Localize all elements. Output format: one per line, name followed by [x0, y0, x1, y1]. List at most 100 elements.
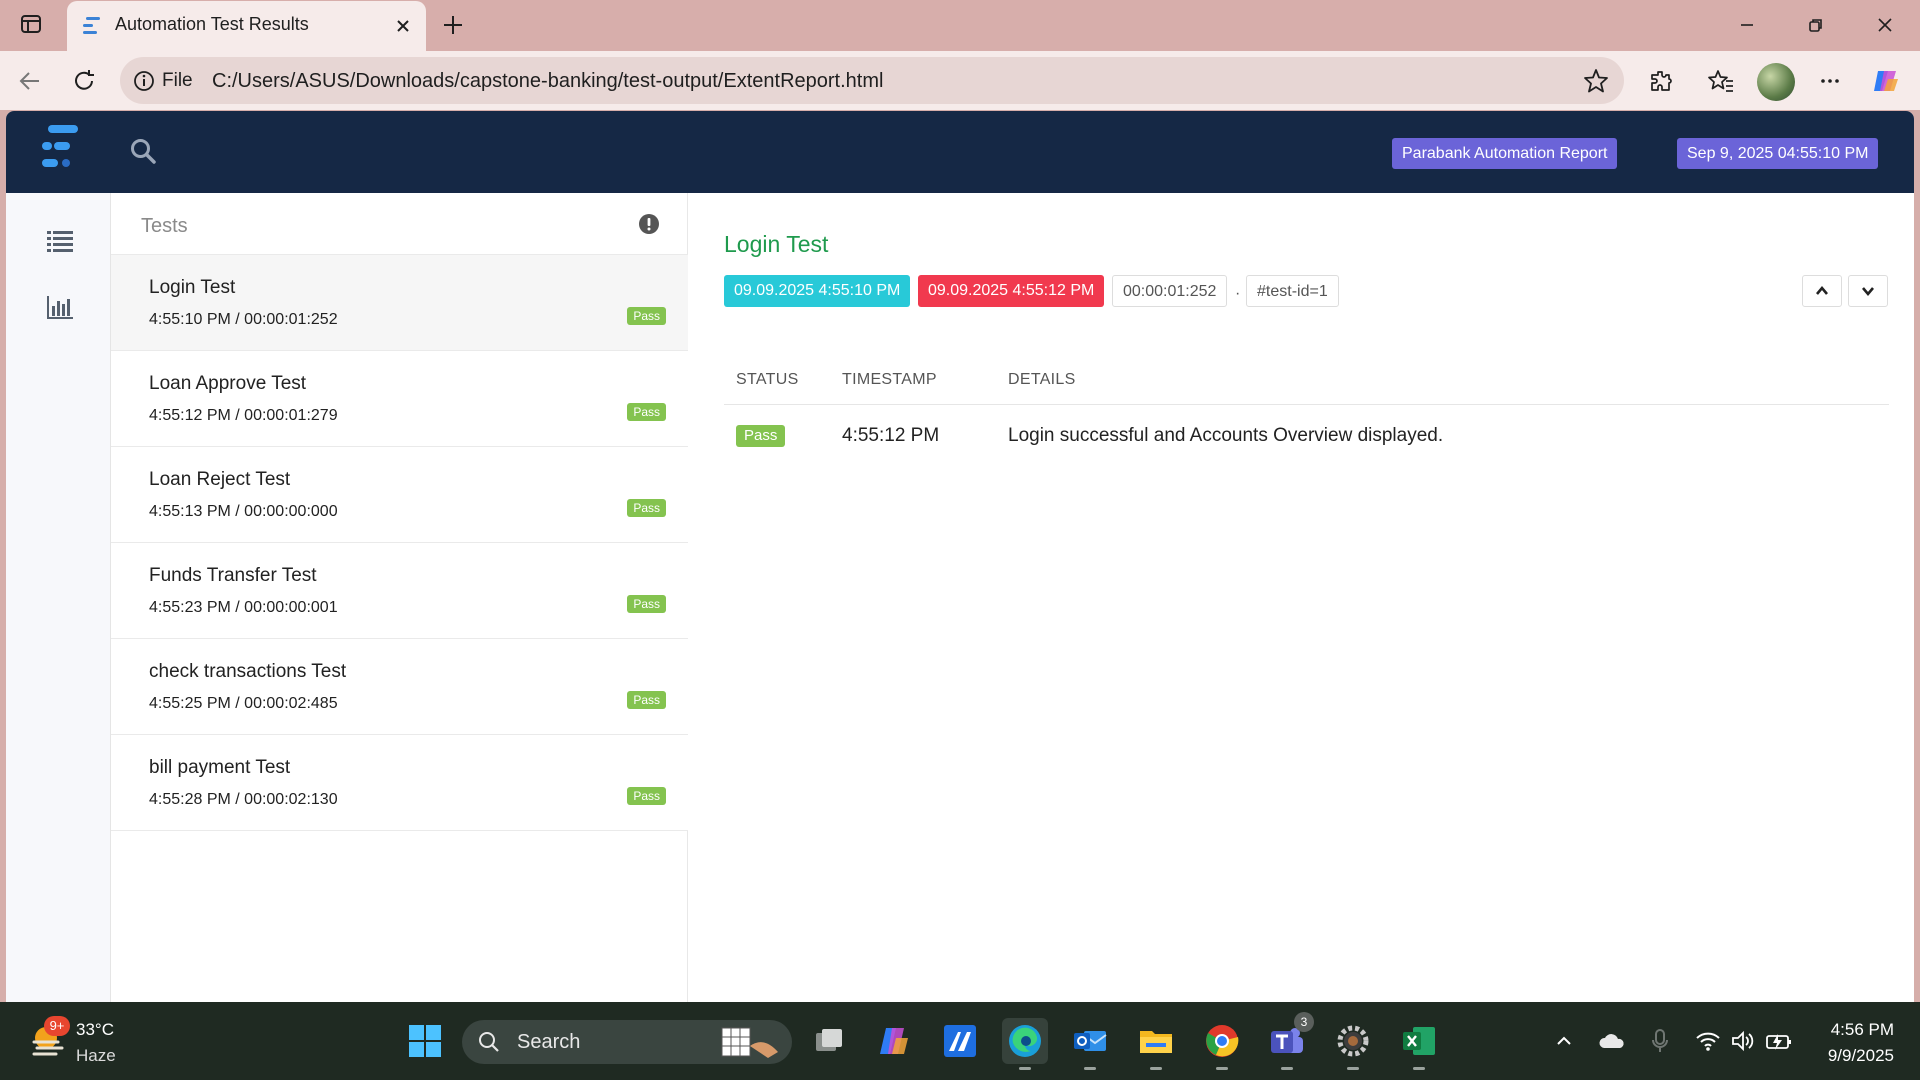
separator-dot: ·	[1235, 285, 1241, 302]
test-list-item[interactable]: Funds Transfer Test 4:55:23 PM / 00:00:0…	[111, 543, 688, 639]
browser-toolbar: File C:/Users/ASUS/Downloads/capstone-ba…	[0, 51, 1920, 110]
volume-icon[interactable]	[1728, 1026, 1758, 1056]
report-top-nav: Parabank Automation Report Sep 9, 2025 0…	[6, 111, 1914, 193]
outlook-icon[interactable]	[1067, 1018, 1113, 1070]
taskbar: 9+ 33°C Haze Search 3 4:56 PM 9/9/2025	[0, 1002, 1920, 1080]
test-name: Login Test	[149, 277, 236, 298]
editor-app-icon[interactable]	[937, 1018, 983, 1064]
address-scheme-label: File	[162, 70, 193, 91]
test-time: 4:55:13 PM / 00:00:00:000	[149, 503, 338, 520]
back-icon[interactable]	[12, 63, 48, 99]
extent-logo-icon	[40, 123, 84, 179]
test-name: Loan Reject Test	[149, 469, 291, 490]
end-time-badge: 09.09.2025 4:55:12 PM	[918, 275, 1105, 307]
profile-avatar[interactable]	[1757, 63, 1795, 101]
excel-icon[interactable]	[1396, 1018, 1442, 1070]
teams-icon[interactable]: 3	[1264, 1012, 1314, 1070]
chevron-down-icon[interactable]	[1848, 275, 1888, 307]
taskbar-search-icon	[479, 1032, 499, 1052]
chevron-up-icon[interactable]	[1802, 275, 1842, 307]
close-window-icon[interactable]	[1862, 8, 1908, 42]
tab-actions-icon[interactable]	[18, 11, 44, 37]
test-detail-pane: Login Test 09.09.2025 4:55:10 PM 09.09.2…	[688, 193, 1914, 1002]
minimize-icon[interactable]	[1724, 8, 1770, 42]
test-time: 4:55:12 PM / 00:00:01:279	[149, 407, 338, 424]
detail-title: Login Test	[724, 231, 829, 257]
browser-tab[interactable]: Automation Test Results	[67, 1, 426, 51]
windows-start-icon[interactable]	[402, 1018, 448, 1064]
taskbar-search-box[interactable]: Search	[462, 1020, 792, 1064]
weather-condition: Haze	[76, 1046, 116, 1065]
test-id-badge: #test-id=1	[1246, 275, 1339, 307]
app-running-indicator	[1281, 1067, 1293, 1070]
wifi-icon[interactable]	[1693, 1026, 1723, 1056]
test-time: 4:55:10 PM / 00:00:01:252	[149, 311, 338, 328]
info-icon[interactable]	[132, 69, 156, 93]
tests-heading: Tests	[141, 215, 188, 237]
taskbar-search-label: Search	[517, 1031, 581, 1053]
app-running-indicator	[1413, 1067, 1425, 1070]
microphone-icon[interactable]	[1645, 1026, 1675, 1056]
copilot-icon[interactable]	[1868, 63, 1904, 99]
test-name: bill payment Test	[149, 757, 291, 778]
pass-badge: Pass	[627, 403, 666, 421]
app-running-indicator	[1084, 1067, 1096, 1070]
address-url[interactable]: C:/Users/ASUS/Downloads/capstone-banking…	[212, 70, 883, 93]
extensions-icon[interactable]	[1643, 63, 1679, 99]
search-icon[interactable]	[128, 136, 158, 166]
teams-notification-badge: 3	[1294, 1012, 1314, 1032]
extent-favicon-icon	[79, 13, 105, 39]
log-timestamp: 4:55:12 PM	[842, 425, 940, 446]
onedrive-icon[interactable]	[1597, 1026, 1627, 1056]
edge-browser-icon[interactable]	[1002, 1018, 1048, 1070]
test-list-item[interactable]: check transactions Test 4:55:25 PM / 00:…	[111, 639, 688, 735]
test-list-item[interactable]: Login Test 4:55:10 PM / 00:00:01:252 Pas…	[111, 255, 688, 351]
tests-list-pane: Tests Login Test 4:55:10 PM / 00:00:01:2…	[111, 193, 688, 1002]
show-hidden-icons-icon[interactable]	[1549, 1026, 1579, 1056]
test-name: Loan Approve Test	[149, 373, 307, 394]
report-date-badge: Sep 9, 2025 04:55:10 PM	[1677, 138, 1879, 169]
favorite-star-icon[interactable]	[1582, 67, 1610, 95]
tests-header: Tests	[111, 193, 688, 255]
task-view-icon[interactable]	[806, 1018, 852, 1064]
close-tab-icon[interactable]	[390, 13, 416, 39]
report-name-badge: Parabank Automation Report	[1392, 138, 1618, 169]
clock-time[interactable]: 4:56 PM	[1831, 1020, 1894, 1040]
column-details: DETAILS	[1008, 371, 1076, 388]
address-bar[interactable]: File C:/Users/ASUS/Downloads/capstone-ba…	[120, 57, 1624, 104]
report-sidebar	[6, 193, 111, 1002]
search-highlight-icon	[721, 1027, 778, 1058]
app-running-indicator	[1150, 1067, 1162, 1070]
copilot-app-icon[interactable]	[871, 1018, 917, 1064]
tab-title: Automation Test Results	[115, 14, 309, 34]
file-explorer-icon[interactable]	[1133, 1018, 1179, 1070]
log-status-badge: Pass	[736, 425, 786, 447]
log-details: Login successful and Accounts Overview d…	[1008, 425, 1444, 446]
app-running-indicator	[1347, 1067, 1359, 1070]
restore-icon[interactable]	[1793, 8, 1839, 42]
settings-app-icon[interactable]	[1330, 1018, 1376, 1070]
pass-badge: Pass	[627, 787, 666, 805]
favorites-icon[interactable]	[1703, 63, 1739, 99]
pass-badge: Pass	[627, 307, 666, 325]
test-list-item[interactable]: bill payment Test 4:55:28 PM / 00:00:02:…	[111, 735, 688, 831]
pass-badge: Pass	[627, 499, 666, 517]
status-filter-icon[interactable]	[638, 213, 660, 235]
log-table-header: STATUS TIMESTAMP DETAILS	[724, 355, 1889, 405]
refresh-icon[interactable]	[66, 63, 102, 99]
log-row: Pass 4:55:12 PM Login successful and Acc…	[724, 405, 1889, 465]
weather-temperature: 33°C	[76, 1020, 114, 1039]
pass-badge: Pass	[627, 595, 666, 613]
test-name: Funds Transfer Test	[149, 565, 317, 586]
dashboard-chart-icon[interactable]	[40, 288, 80, 328]
new-tab-icon[interactable]	[438, 10, 468, 40]
more-options-icon[interactable]	[1812, 63, 1848, 99]
active-app-indicator	[1019, 1067, 1031, 1070]
clock-date[interactable]: 9/9/2025	[1828, 1046, 1894, 1066]
test-list-icon[interactable]	[40, 221, 80, 261]
chrome-icon[interactable]	[1199, 1018, 1245, 1070]
battery-charging-icon[interactable]	[1764, 1026, 1794, 1056]
test-list-item[interactable]: Loan Approve Test 4:55:12 PM / 00:00:01:…	[111, 351, 688, 447]
test-list-item[interactable]: Loan Reject Test 4:55:13 PM / 00:00:00:0…	[111, 447, 688, 543]
start-time-badge: 09.09.2025 4:55:10 PM	[724, 275, 911, 307]
